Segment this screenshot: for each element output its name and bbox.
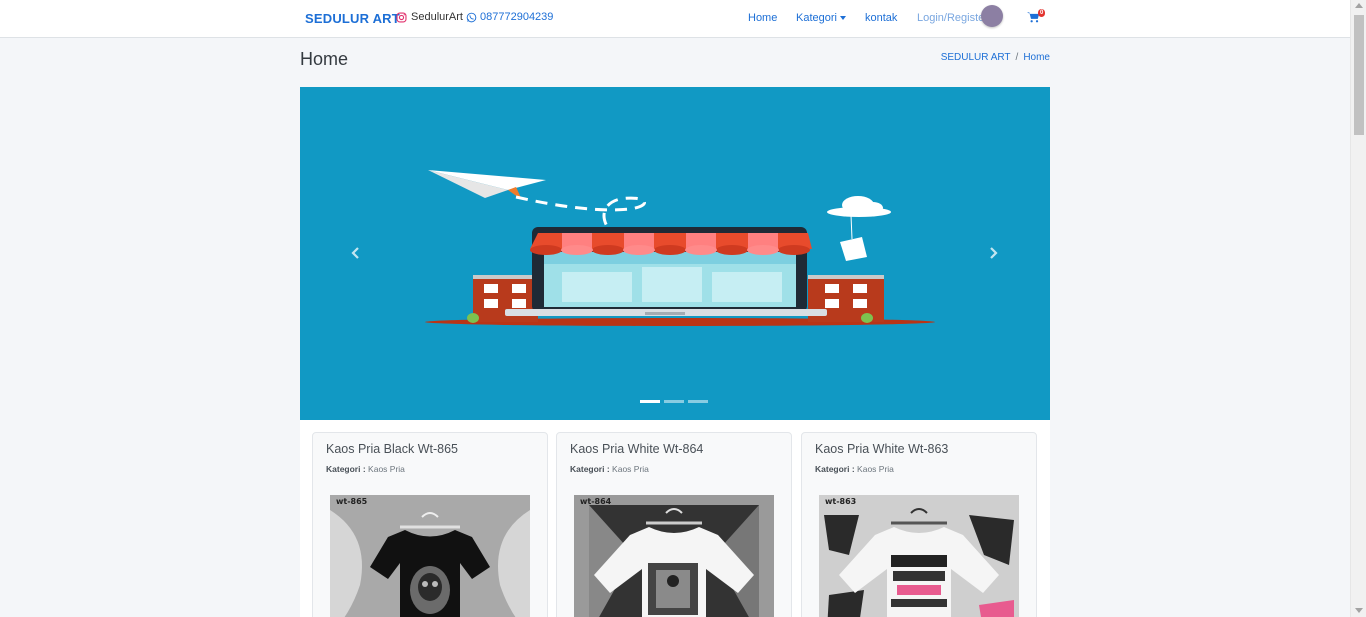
t-shirt-photo	[330, 510, 530, 617]
nav-kategori-label: Kategori	[796, 12, 837, 24]
avatar[interactable]	[981, 5, 1003, 27]
product-card[interactable]: Kaos Pria Black Wt-865 Kategori : Kaos P…	[312, 432, 548, 617]
cart-button[interactable]: 0	[1027, 9, 1046, 26]
page-title: Home	[300, 49, 349, 69]
breadcrumb: SEDULUR ART / Home	[941, 52, 1050, 63]
product-name[interactable]: Kaos Pria Black Wt-865	[326, 442, 458, 456]
breadcrumb-link-sedulur-art[interactable]: SEDULUR ART	[941, 52, 1011, 63]
product-image[interactable]: wt-864	[574, 495, 774, 617]
product-card[interactable]: Kaos Pria White Wt-863 Kategori : Kaos P…	[801, 432, 1037, 617]
scroll-up-arrow-icon[interactable]	[1355, 3, 1363, 8]
nav-kontak[interactable]: kontak	[865, 12, 897, 24]
carousel-indicator-1[interactable]	[640, 400, 660, 403]
carousel-next-button[interactable]	[985, 245, 1001, 261]
carousel-indicator-2[interactable]	[664, 400, 684, 403]
online-store-illustration	[425, 170, 935, 326]
scrollbar-thumb[interactable]	[1354, 15, 1364, 135]
product-category-value: Kaos Pria	[368, 464, 405, 474]
nav-home[interactable]: Home	[748, 12, 777, 24]
instagram-handle: SedulurArt	[411, 11, 463, 23]
whatsapp-link[interactable]: 087772904239	[466, 11, 553, 23]
instagram-link[interactable]: SedulurArt	[396, 11, 463, 23]
product-category-value: Kaos Pria	[857, 464, 894, 474]
product-category: Kategori : Kaos Pria	[326, 464, 405, 474]
product-category: Kategori : Kaos Pria	[570, 464, 649, 474]
nav-kategori-dropdown[interactable]: Kategori	[796, 12, 846, 24]
product-category-label: Kategori :	[570, 464, 610, 474]
instagram-icon	[396, 11, 407, 23]
product-grid: Kaos Pria Black Wt-865 Kategori : Kaos P…	[300, 420, 1050, 617]
page-scrollbar[interactable]	[1350, 0, 1366, 617]
chevron-right-icon	[990, 247, 998, 259]
product-category-label: Kategori :	[326, 464, 366, 474]
breadcrumb-link-home[interactable]: Home	[1023, 52, 1050, 63]
t-shirt-photo	[824, 508, 1014, 617]
carousel-indicator-3[interactable]	[688, 400, 708, 403]
cart-count-badge: 0	[1038, 9, 1046, 17]
whatsapp-number: 087772904239	[480, 11, 554, 23]
t-shirt-photo	[589, 505, 759, 617]
top-navbar: SEDULUR ART SedulurArt 087772904239 Home…	[0, 0, 1350, 38]
product-category: Kategori : Kaos Pria	[815, 464, 894, 474]
whatsapp-icon	[466, 12, 477, 22]
product-category-value: Kaos Pria	[612, 464, 649, 474]
breadcrumb-separator: /	[1015, 52, 1019, 63]
product-image[interactable]: wt-865	[330, 495, 530, 617]
product-name[interactable]: Kaos Pria White Wt-864	[570, 442, 703, 456]
product-card[interactable]: Kaos Pria White Wt-864 Kategori : Kaos P…	[556, 432, 792, 617]
chevron-down-icon	[839, 16, 846, 21]
product-name[interactable]: Kaos Pria White Wt-863	[815, 442, 948, 456]
product-category-label: Kategori :	[815, 464, 855, 474]
brand-link[interactable]: SEDULUR ART	[305, 11, 400, 26]
nav-login-register[interactable]: Login/Register	[917, 12, 988, 24]
carousel-indicators	[640, 400, 708, 403]
hero-carousel[interactable]	[300, 87, 1050, 420]
product-image[interactable]: wt-863	[819, 495, 1019, 617]
carousel-prev-button[interactable]	[348, 245, 364, 261]
chevron-left-icon	[351, 247, 359, 259]
scroll-down-arrow-icon[interactable]	[1355, 608, 1363, 613]
navbar-container: SEDULUR ART SedulurArt 087772904239 Home…	[300, 0, 1050, 37]
